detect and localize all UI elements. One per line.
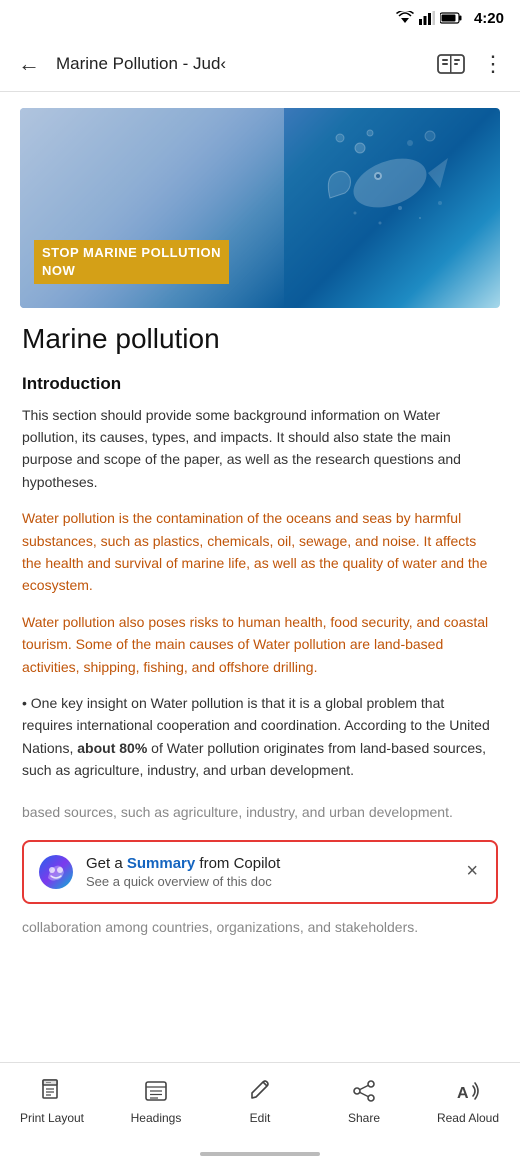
copilot-close-button[interactable]: × bbox=[462, 856, 482, 887]
document-area: STOP MARINE POLLUTION NOW Marine polluti… bbox=[0, 92, 520, 1062]
share-icon bbox=[350, 1077, 378, 1105]
doc-main-title: Marine pollution bbox=[22, 322, 498, 356]
toolbar-item-edit[interactable]: Edit bbox=[208, 1073, 312, 1127]
copilot-title: Get a Summary from Copilot bbox=[86, 855, 450, 872]
copilot-title-highlight: Summary bbox=[127, 855, 195, 872]
signal-icon bbox=[419, 11, 435, 25]
status-time: 4:20 bbox=[474, 10, 504, 27]
paragraph-2: Water pollution is the contamination of … bbox=[22, 507, 498, 597]
toolbar-item-read-aloud[interactable]: A Read Aloud bbox=[416, 1073, 520, 1127]
copilot-title-start: Get a bbox=[86, 855, 127, 872]
section-title-introduction: Introduction bbox=[22, 374, 498, 394]
paragraph-4-bold: about 80% bbox=[77, 740, 147, 756]
print-layout-icon bbox=[38, 1077, 66, 1105]
back-button[interactable]: ← bbox=[12, 45, 46, 83]
more-options-button[interactable]: ⋮ bbox=[478, 49, 508, 79]
toolbar-label-edit: Edit bbox=[250, 1111, 271, 1127]
copilot-banner[interactable]: Get a Summary from Copilot See a quick o… bbox=[22, 840, 498, 904]
faded-text-before-banner: based sources, such as agriculture, indu… bbox=[0, 795, 520, 833]
read-aloud-icon: A bbox=[454, 1077, 482, 1105]
paragraph-4: • One key insight on Water pollution is … bbox=[22, 692, 498, 782]
toolbar-label-read-aloud: Read Aloud bbox=[437, 1111, 499, 1127]
headings-icon bbox=[142, 1077, 170, 1105]
top-bar: ← Marine Pollution - Jud‹ ⋮ bbox=[0, 36, 520, 92]
wifi-icon bbox=[396, 11, 414, 25]
toolbar-label-print-layout: Print Layout bbox=[20, 1111, 84, 1127]
paragraph-1: This section should provide some backgro… bbox=[22, 404, 498, 494]
edit-icon bbox=[246, 1077, 274, 1105]
svg-text:A: A bbox=[457, 1085, 469, 1102]
immersive-reader-button[interactable] bbox=[434, 47, 468, 81]
status-bar: 4:20 bbox=[0, 0, 520, 36]
copilot-subtitle: See a quick overview of this doc bbox=[86, 874, 450, 889]
paragraph-3: Water pollution also poses risks to huma… bbox=[22, 611, 498, 678]
toolbar-item-headings[interactable]: Headings bbox=[104, 1073, 208, 1127]
copilot-banner-text: Get a Summary from Copilot See a quick o… bbox=[86, 855, 450, 889]
toolbar-label-share: Share bbox=[348, 1111, 380, 1127]
battery-icon bbox=[440, 12, 462, 24]
hero-image: STOP MARINE POLLUTION NOW bbox=[20, 108, 500, 308]
hero-decoration bbox=[310, 118, 470, 248]
status-icons bbox=[396, 11, 462, 25]
toolbar-label-headings: Headings bbox=[131, 1111, 182, 1127]
home-indicator bbox=[200, 1152, 320, 1156]
copilot-logo bbox=[38, 854, 74, 890]
toolbar-item-print-layout[interactable]: Print Layout bbox=[0, 1073, 104, 1127]
toolbar-item-share[interactable]: Share bbox=[312, 1073, 416, 1127]
bottom-toolbar: Print Layout Headings Edit bbox=[0, 1062, 520, 1162]
hero-badge: STOP MARINE POLLUTION NOW bbox=[34, 240, 229, 284]
document-title: Marine Pollution - Jud‹ bbox=[56, 54, 424, 74]
doc-content: Marine pollution Introduction This secti… bbox=[0, 308, 520, 795]
faded-text-after-banner: collaboration among countries, organizat… bbox=[0, 910, 520, 948]
copilot-title-end: from Copilot bbox=[195, 855, 280, 872]
